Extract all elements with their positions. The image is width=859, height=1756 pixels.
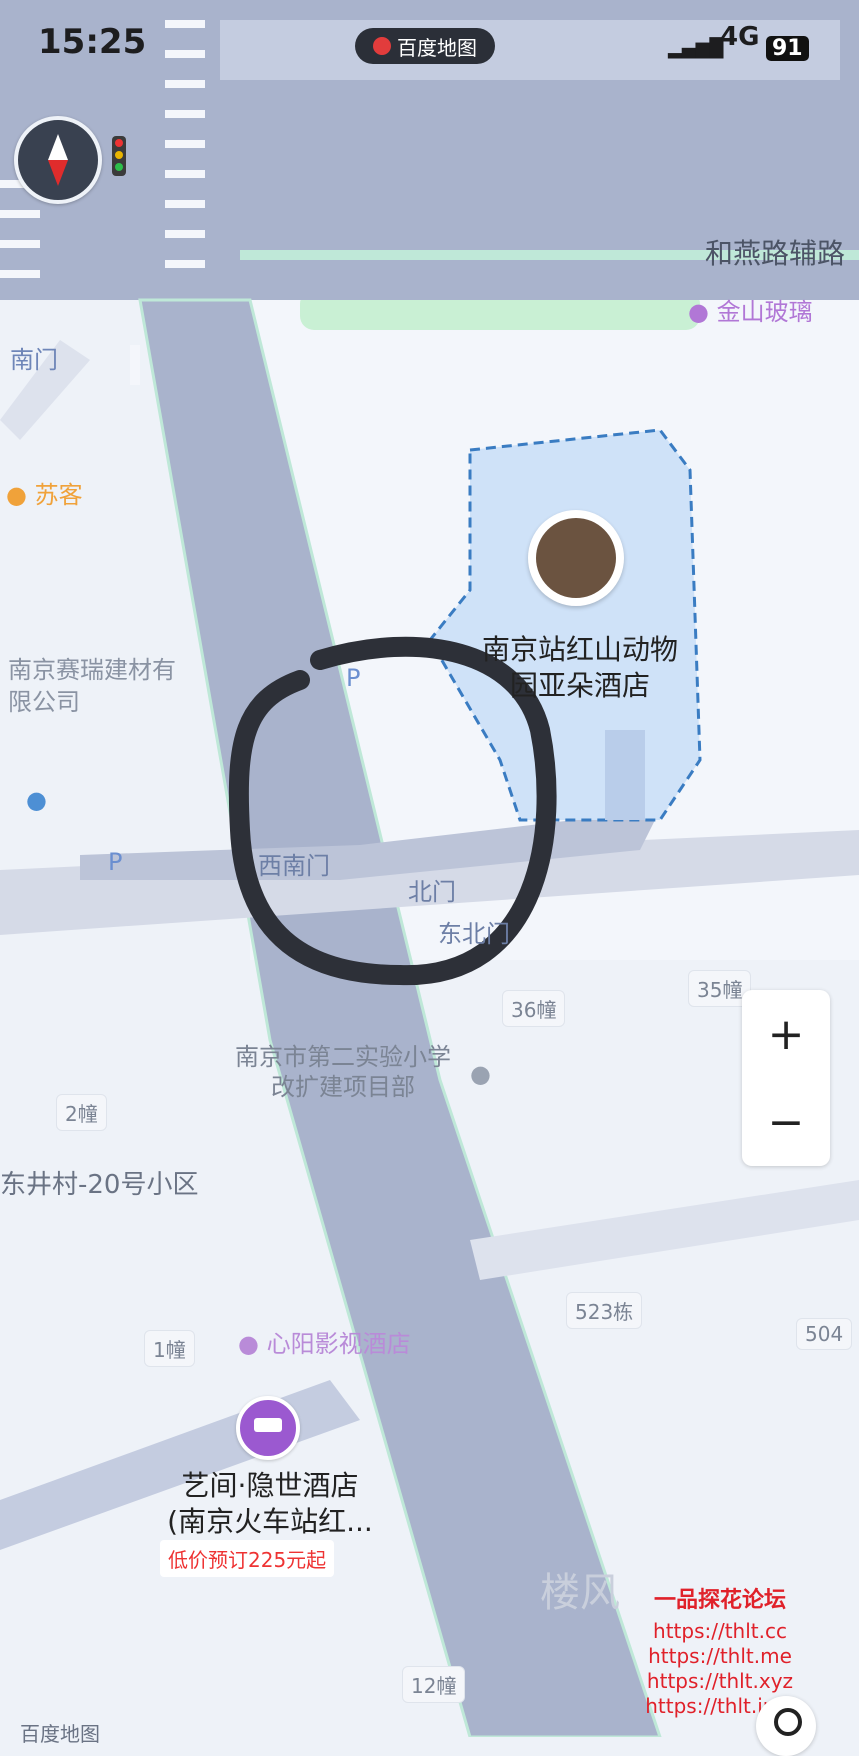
- hotel-yijian-name-2[interactable]: (南京火车站红...: [140, 1504, 400, 1540]
- hotel-icon: ●: [238, 1330, 267, 1358]
- poi-suke[interactable]: ● 苏客: [6, 475, 83, 510]
- building-2: 2幢: [56, 1094, 107, 1131]
- parking-icon-2[interactable]: P: [346, 664, 360, 692]
- building-1: 1幢: [144, 1330, 195, 1367]
- hotel-yijian-marker[interactable]: [236, 1396, 300, 1460]
- parking-icon-1[interactable]: P: [108, 848, 122, 876]
- company-label[interactable]: 南京赛瑞建材有限公司: [8, 654, 184, 718]
- zoom-out-button[interactable]: −: [742, 1078, 830, 1166]
- locate-button[interactable]: [756, 1696, 816, 1756]
- food-icon: ●: [6, 481, 35, 509]
- locate-icon: [774, 1708, 802, 1736]
- building-12: 12幢: [402, 1666, 466, 1703]
- bed-icon: [254, 1418, 282, 1432]
- road-label: 和燕路辅路: [705, 237, 846, 270]
- app-name: 百度地图: [397, 35, 477, 60]
- community-label[interactable]: 东井村-20号小区: [0, 1164, 198, 1201]
- zoom-in-button[interactable]: +: [742, 990, 830, 1078]
- watermark-line: https://thlt.cc: [653, 1619, 787, 1643]
- network-label: 4G: [720, 22, 760, 52]
- signal-icon: ▂▄▆█: [668, 38, 724, 59]
- compass-icon[interactable]: [14, 116, 102, 204]
- watermark-line: https://thlt.me: [648, 1644, 792, 1668]
- building-523: 523栋: [566, 1292, 643, 1329]
- zoom-controls: + −: [742, 990, 830, 1166]
- bus-stop-icon[interactable]: ●: [26, 786, 47, 814]
- gate-dongbei[interactable]: 东北门: [438, 914, 510, 949]
- app-pill[interactable]: 百度地图: [355, 28, 495, 64]
- hotel-yaduo-marker[interactable]: [528, 510, 624, 606]
- baidu-logo: 百度地图: [20, 1722, 100, 1746]
- office-icon: ●: [470, 1060, 491, 1088]
- location-pin-icon: [373, 37, 391, 55]
- hotel-yaduo-name[interactable]: 南京站红山动物园亚朵酒店: [470, 632, 690, 704]
- gate-xinan[interactable]: 西南门: [258, 846, 330, 881]
- status-time: 15:25: [38, 22, 147, 62]
- hotel-photo-icon: [536, 518, 616, 598]
- faded-label: 楼风: [540, 1570, 620, 1616]
- building-504: 504: [796, 1318, 853, 1350]
- school-label[interactable]: 南京市第二实验小学改扩建项目部: [228, 1042, 458, 1102]
- hotel-xinxin-label[interactable]: ● 心阳影视酒店: [238, 1324, 411, 1359]
- gate-bei[interactable]: 北门: [408, 872, 456, 907]
- watermark-line: https://thlt.xyz: [646, 1669, 794, 1693]
- watermark-title: 一品探花论坛: [653, 1588, 786, 1613]
- hotel-yijian-name-1[interactable]: 艺间·隐世酒店: [140, 1468, 400, 1504]
- battery-badge: 91: [766, 36, 809, 61]
- traffic-light-icon[interactable]: [112, 136, 126, 176]
- shopping-icon: ●: [688, 298, 717, 326]
- building-36: 36幢: [502, 990, 566, 1027]
- promo-badge[interactable]: 低价预订225元起: [160, 1540, 335, 1577]
- poi-jinshan[interactable]: ● 金山玻璃: [688, 292, 813, 327]
- poi-nanmen[interactable]: 南门: [10, 340, 58, 375]
